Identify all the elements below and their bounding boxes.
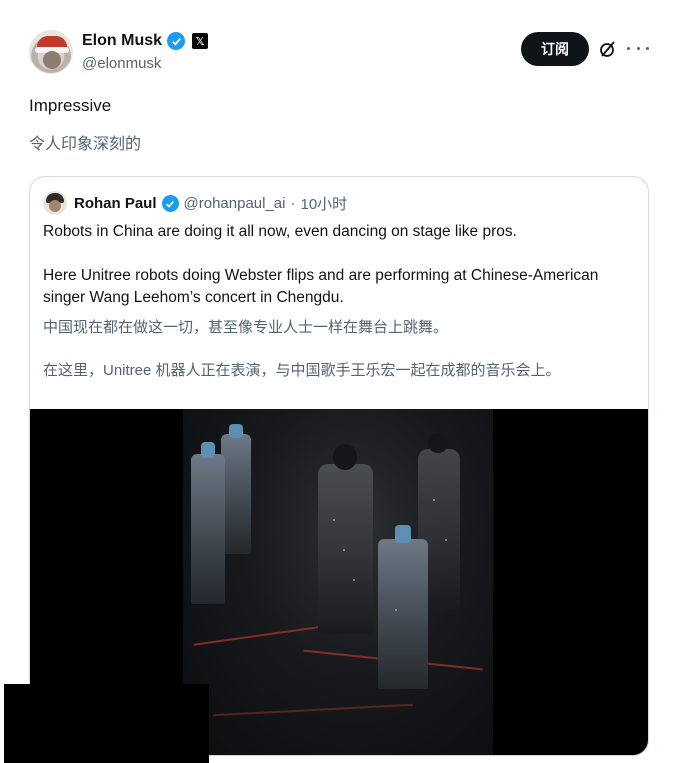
x-logo-icon: 𝕏 [192,33,209,49]
grok-icon[interactable] [598,39,618,59]
verified-badge-icon [167,32,186,50]
quote-separator: · [290,195,296,212]
post-translation: 令人印象深刻的 [29,136,142,153]
avatar-face [43,51,61,69]
singer-figure [318,444,373,634]
quoted-tweet[interactable]: Rohan Paul @rohanpaul_ai · 10小时 Robots i… [29,176,649,756]
post-text: Impressive [29,96,112,115]
quote-author-handle[interactable]: @rohanpaul_ai [184,195,286,212]
more-dot [646,46,649,50]
robot-figure [221,424,251,554]
singer-head [333,444,357,470]
quote-header: Rohan Paul @rohanpaul_ai · 10小时 [74,193,347,214]
subscribe-button[interactable]: 订阅 [521,32,589,66]
dancer-head [428,433,448,453]
robot-head [201,442,215,458]
author-handle[interactable]: @elonmusk [82,55,161,72]
robot-head [229,424,243,438]
robot-figure [378,525,428,689]
robot-head [395,525,411,543]
robot-figure [191,442,225,604]
quote-timestamp[interactable]: 10小时 [300,193,347,214]
sparkle [353,579,355,581]
quote-text-line: Here Unitree robots doing Webster flips … [43,267,599,306]
more-dot [636,46,640,50]
sparkle [395,609,397,611]
sparkle [445,539,447,541]
quote-translation-line: 在这里，Unitree 机器人正在表演，与中国歌手王乐宏一起在成都的音乐会上。 [43,362,561,379]
author-name[interactable]: Elon Musk [82,32,162,50]
quote-text-line: Robots in China are doing it all now, ev… [43,223,517,240]
verified-badge-icon [161,195,179,212]
more-dot [627,46,630,50]
quote-avatar[interactable] [43,191,67,215]
sparkle [333,519,335,521]
tweet: Elon Musk 𝕏 @elonmusk 订阅 Impressive 令人印象… [0,0,693,763]
sparkle [433,499,435,501]
quote-translation-line: 中国现在都在做这一切，甚至像专业人士一样在舞台上跳舞。 [43,319,449,336]
more-icon[interactable] [627,38,649,58]
video-frame [183,409,493,755]
author-avatar[interactable] [29,30,73,74]
stage-light-line [213,703,413,717]
author-name-row: Elon Musk 𝕏 [82,32,209,50]
sparkle [343,549,345,551]
quote-author-name[interactable]: Rohan Paul [74,195,157,212]
stage-light-line [193,624,333,646]
dark-corner-overlay [4,684,209,763]
